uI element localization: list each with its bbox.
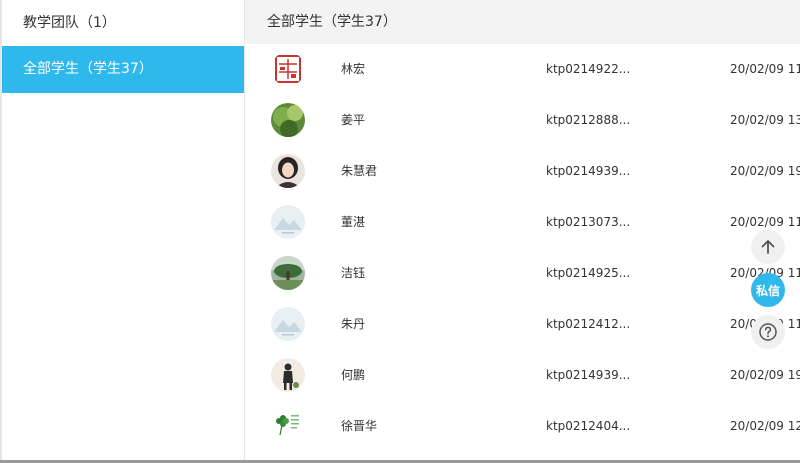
table-row[interactable]: 董湛 ktp0213073... 20/02/09 11: (245, 197, 800, 248)
question-mark-icon (759, 323, 777, 341)
student-name: 何鹏 (341, 368, 366, 382)
default-mountain-avatar[interactable] (271, 205, 305, 239)
table-row[interactable]: 何鹏 ktp0214939... 20/02/09 19: (245, 350, 800, 401)
join-time: 20/02/09 19: (730, 368, 800, 382)
join-time: 20/02/09 11:2 (730, 62, 800, 76)
student-name: 徐晋华 (341, 419, 378, 433)
sidebar-item-label: 全部学生（学生37） (23, 61, 153, 77)
student-name: 林宏 (341, 62, 366, 76)
student-account: ktp0212412... (546, 317, 631, 331)
landscape-photo-avatar[interactable] (271, 256, 305, 290)
table-row[interactable]: 洁钰 ktp0214925... 20/02/09 11:2 (245, 248, 800, 299)
student-name: 洁钰 (341, 266, 366, 280)
page-title: 全部学生（学生37） (245, 0, 800, 44)
student-account: ktp0214922... (546, 62, 631, 76)
seal-stamp-avatar[interactable] (271, 52, 305, 86)
sidebar-item-teaching-team[interactable]: 教学团队（1） (2, 0, 244, 46)
sidebar: 教学团队（1） 全部学生（学生37） (2, 0, 245, 463)
student-account: ktp0214939... (546, 368, 631, 382)
table-row[interactable]: 徐晋华 ktp0212404... 20/02/09 12:2 (245, 401, 800, 452)
app-root: 教学团队（1） 全部学生（学生37） 全部学生（学生37） 林宏 ktp0214… (0, 0, 800, 463)
green-nature-avatar[interactable] (271, 103, 305, 137)
sidebar-item-all-students[interactable]: 全部学生（学生37） (2, 46, 244, 93)
private-message-button[interactable]: 私信 (751, 273, 785, 307)
clover-art-avatar[interactable] (271, 409, 305, 443)
student-name: 朱丹 (341, 317, 366, 331)
table-row[interactable]: 姜平 ktp0212888... 20/02/09 13:2 (245, 95, 800, 146)
sidebar-item-label: 教学团队（1） (23, 15, 116, 31)
private-message-label: 私信 (755, 283, 780, 298)
join-time: 20/02/09 12:2 (730, 419, 800, 433)
student-account: ktp0212404... (546, 419, 631, 433)
table-row[interactable]: 朱慧君 ktp0214939... 20/02/09 19: (245, 146, 800, 197)
join-time: 20/02/09 13:2 (730, 113, 800, 127)
person-standing-avatar[interactable] (271, 358, 305, 392)
help-button[interactable] (751, 315, 785, 349)
arrow-up-icon (761, 240, 775, 254)
scroll-top-button[interactable] (751, 230, 785, 264)
join-time: 20/02/09 19: (730, 164, 800, 178)
student-list-panel: 全部学生（学生37） 林宏 ktp0214922... 20/02/09 11:… (245, 0, 800, 463)
portrait-photo-avatar[interactable] (271, 154, 305, 188)
student-name: 董湛 (341, 215, 366, 229)
student-account: ktp0212888... (546, 113, 631, 127)
student-account: ktp0213073... (546, 215, 631, 229)
student-account: ktp0214925... (546, 266, 631, 280)
default-mountain-avatar[interactable] (271, 307, 305, 341)
table-row[interactable]: 林宏 ktp0214922... 20/02/09 11:2 (245, 44, 800, 95)
student-name: 朱慧君 (341, 164, 378, 178)
student-list: 林宏 ktp0214922... 20/02/09 11:2 姜平 ktp021… (245, 44, 800, 452)
table-row[interactable]: 朱丹 ktp0212412... 20/02/09 11:2 (245, 299, 800, 350)
student-name: 姜平 (341, 113, 366, 127)
student-account: ktp0214939... (546, 164, 631, 178)
